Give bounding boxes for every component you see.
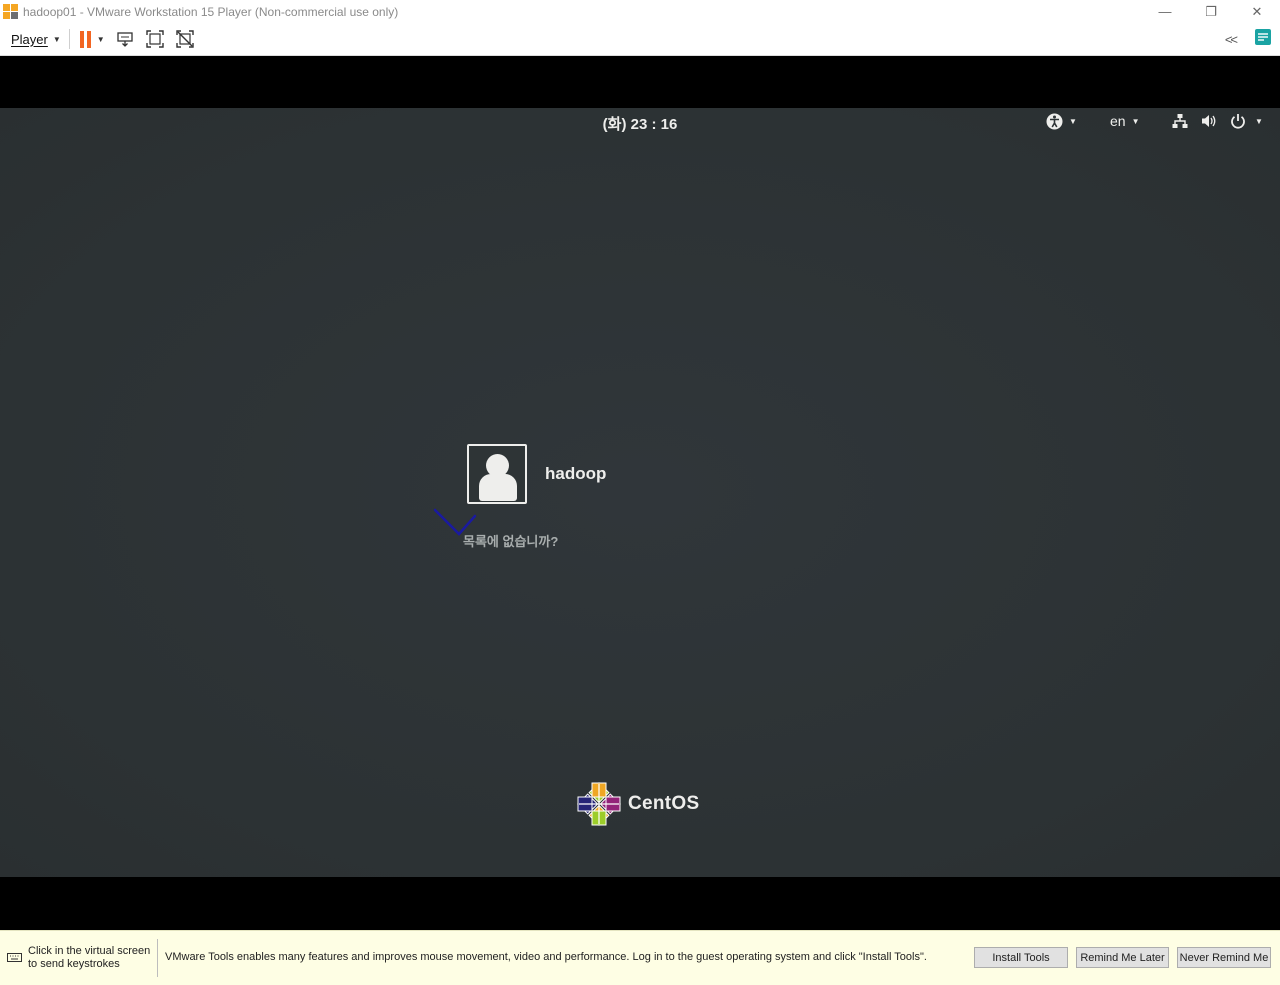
chevron-down-icon: ▼ [1255,116,1263,126]
window-title: hadoop01 - VMware Workstation 15 Player … [23,4,399,19]
chevron-down-icon: ▼ [52,34,61,44]
restore-icon: ❐ [1205,3,1217,19]
user-list-item[interactable]: hadoop [467,444,606,504]
vm-letterbox-bottom [0,877,1280,930]
pause-icon[interactable] [79,30,91,48]
chevron-down-icon: ▼ [1069,117,1077,126]
click-hint: Click in the virtual screen to send keys… [28,945,153,971]
click-hint-line2: to send keystrokes [28,958,120,970]
not-listed-link[interactable]: 목록에 없습니까? [463,531,558,550]
notification-divider [157,939,158,977]
tools-message: VMware Tools enables many features and i… [165,951,927,963]
minimize-button[interactable]: — [1142,0,1188,23]
unity-icon[interactable] [175,29,195,49]
vm-letterbox-top [0,56,1280,108]
centos-logo-icon [577,782,621,826]
player-menu-button[interactable]: Player ▼ [11,32,61,47]
player-menu-label: Player [11,31,48,47]
close-button[interactable]: ✕ [1234,0,1280,23]
chevron-down-icon: ▼ [1131,116,1140,126]
input-language-label: en [1110,113,1126,129]
username-label: hadoop [545,464,607,483]
minimize-icon: — [1158,4,1172,19]
clock-label[interactable]: (화) 23 : 16 [0,113,1280,134]
toolbar-divider [68,29,70,49]
vmware-app-icon [3,3,19,20]
keyboard-layout-menu[interactable]: en ▼ [1110,113,1140,129]
system-menu[interactable]: ▼ [1172,113,1263,129]
gnome-top-bar: (화) 23 : 16 ▼ en ▼ ▼ [0,108,1280,136]
volume-icon [1202,115,1216,127]
keyboard-icon [7,953,22,962]
accessibility-menu[interactable]: ▼ [1046,113,1077,130]
player-toolbar: Player ▼ ▼ << [0,23,1280,56]
click-hint-line1: Click in the virtual screen [28,945,151,957]
install-tools-button[interactable]: Install Tools [974,947,1068,968]
fullscreen-icon[interactable] [145,29,165,49]
never-remind-button[interactable]: Never Remind Me [1177,947,1271,968]
vm-screen-login[interactable]: (화) 23 : 16 ▼ en ▼ ▼ hadoop 목록에 없습니까? Ce… [0,108,1280,877]
collapse-icon[interactable]: << [1225,32,1238,47]
accessibility-icon [1046,113,1063,130]
close-icon: ✕ [1251,3,1263,19]
user-avatar-icon [467,444,527,504]
remind-later-button[interactable]: Remind Me Later [1076,947,1169,968]
vmware-tools-notification-bar: Click in the virtual screen to send keys… [0,930,1280,985]
centos-brand-label: CentOS [628,793,700,814]
power-icon [1231,114,1245,129]
message-log-icon[interactable] [1254,28,1272,51]
centos-logo: CentOS [577,782,699,826]
send-ctrl-alt-del-icon[interactable] [115,29,135,49]
restore-button[interactable]: ❐ [1188,0,1234,23]
window-title-bar[interactable]: hadoop01 - VMware Workstation 15 Player … [0,0,1280,23]
network-wired-icon [1172,114,1188,128]
power-options-chevron-icon[interactable]: ▼ [97,35,105,44]
